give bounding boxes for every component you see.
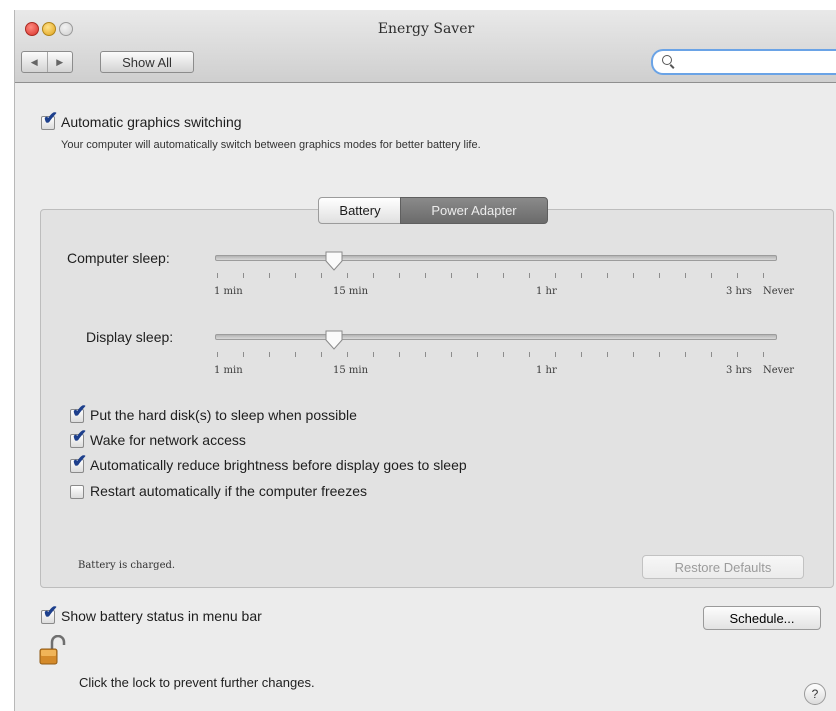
restore-defaults-button[interactable]: Restore Defaults (642, 555, 804, 579)
tick (399, 352, 400, 357)
tick-label-3-hrs: 3 hrs (726, 286, 752, 297)
tick (685, 352, 686, 357)
tick (711, 273, 712, 278)
tick-label-1-min: 1 min (214, 286, 243, 297)
hard-disk-sleep-checkbox[interactable]: ✔ (70, 402, 87, 423)
tab-power-adapter[interactable]: Power Adapter (400, 197, 548, 224)
checkmark-icon: ✔ (43, 108, 59, 128)
computer-sleep-label: Computer sleep: (67, 250, 170, 266)
tick (633, 352, 634, 357)
checkmark-icon: ✔ (72, 426, 88, 446)
tick (529, 352, 530, 357)
display-sleep-slider-knob[interactable] (325, 330, 343, 350)
search-icon (662, 55, 672, 65)
tick (685, 273, 686, 278)
tick (217, 352, 218, 357)
tick (451, 273, 452, 278)
reduce-brightness-checkbox[interactable]: ✔ (70, 452, 87, 473)
schedule-button[interactable]: Schedule... (703, 606, 821, 630)
tick (295, 352, 296, 357)
tick-label-3-hrs: 3 hrs (726, 365, 752, 376)
tick-label-1-hr: 1 hr (536, 286, 557, 297)
tick (451, 352, 452, 357)
tick (763, 352, 764, 357)
tick (425, 352, 426, 357)
hard-disk-sleep-label: Put the hard disk(s) to sleep when possi… (90, 407, 357, 423)
wake-network-label: Wake for network access (90, 432, 246, 448)
forward-arrow-icon[interactable]: ▶ (48, 52, 73, 72)
tick (321, 273, 322, 278)
tick (659, 352, 660, 357)
tick (633, 273, 634, 278)
back-arrow-icon[interactable]: ◀ (22, 52, 48, 72)
tick (269, 273, 270, 278)
tick (581, 273, 582, 278)
display-sleep-slider[interactable] (215, 334, 777, 340)
tick (399, 273, 400, 278)
energy-saver-window: Energy Saver ◀ ▶ Show All ✔ Automatic gr… (14, 10, 836, 711)
tick-label-1-min: 1 min (214, 365, 243, 376)
wake-network-checkbox[interactable]: ✔ (70, 427, 87, 448)
tick (269, 352, 270, 357)
computer-sleep-ticks (217, 273, 777, 279)
tick (503, 273, 504, 278)
reduce-brightness-label: Automatically reduce brightness before d… (90, 457, 467, 473)
tick-label-15-min: 15 min (333, 365, 369, 376)
tick (555, 352, 556, 357)
tick (295, 273, 296, 278)
navigation-buttons: ◀ ▶ (21, 51, 73, 73)
battery-status-label: Show battery status in menu bar (61, 608, 262, 624)
restart-freeze-checkbox[interactable] (70, 485, 84, 499)
tick (555, 273, 556, 278)
battery-status-text: Battery is charged. (78, 560, 176, 571)
tick (763, 273, 764, 278)
checkmark-icon: ✔ (72, 451, 88, 471)
tick (373, 352, 374, 357)
tick (607, 352, 608, 357)
tick (477, 273, 478, 278)
window-title: Energy Saver (377, 21, 475, 37)
tick-label-never: Never (763, 286, 795, 297)
tab-battery[interactable]: Battery (318, 197, 402, 224)
search-field[interactable] (651, 49, 836, 75)
tick (529, 273, 530, 278)
tick (711, 352, 712, 357)
graphics-switching-checkbox[interactable]: ✔ (41, 109, 58, 130)
graphics-switching-label: Automatic graphics switching (61, 114, 242, 130)
tick (373, 273, 374, 278)
tick (607, 273, 608, 278)
battery-status-checkbox[interactable]: ✔ (41, 603, 58, 624)
tick (659, 273, 660, 278)
lock-icon[interactable] (38, 635, 66, 667)
tick (217, 273, 218, 278)
display-sleep-ticks (217, 352, 777, 358)
tick (347, 273, 348, 278)
tick (243, 352, 244, 357)
checkmark-icon: ✔ (43, 602, 59, 622)
tick (243, 273, 244, 278)
checkmark-icon: ✔ (72, 401, 88, 421)
graphics-switching-description: Your computer will automatically switch … (61, 139, 481, 151)
tick (425, 273, 426, 278)
tick-label-never: Never (763, 365, 795, 376)
tick (737, 273, 738, 278)
show-all-button[interactable]: Show All (100, 51, 194, 73)
tick-label-1-hr: 1 hr (536, 365, 557, 376)
lock-message: Click the lock to prevent further change… (79, 675, 315, 690)
tick-label-15-min: 15 min (333, 286, 369, 297)
computer-sleep-slider-knob[interactable] (325, 251, 343, 271)
tick (581, 352, 582, 357)
computer-sleep-slider[interactable] (215, 255, 777, 261)
tick (321, 352, 322, 357)
help-button[interactable]: ? (804, 683, 826, 705)
tick (347, 352, 348, 357)
tick (477, 352, 478, 357)
tick (503, 352, 504, 357)
title-bar: Energy Saver ◀ ▶ Show All (15, 10, 836, 83)
restart-freeze-label: Restart automatically if the computer fr… (90, 483, 368, 499)
tick (737, 352, 738, 357)
display-sleep-label: Display sleep: (86, 329, 174, 345)
